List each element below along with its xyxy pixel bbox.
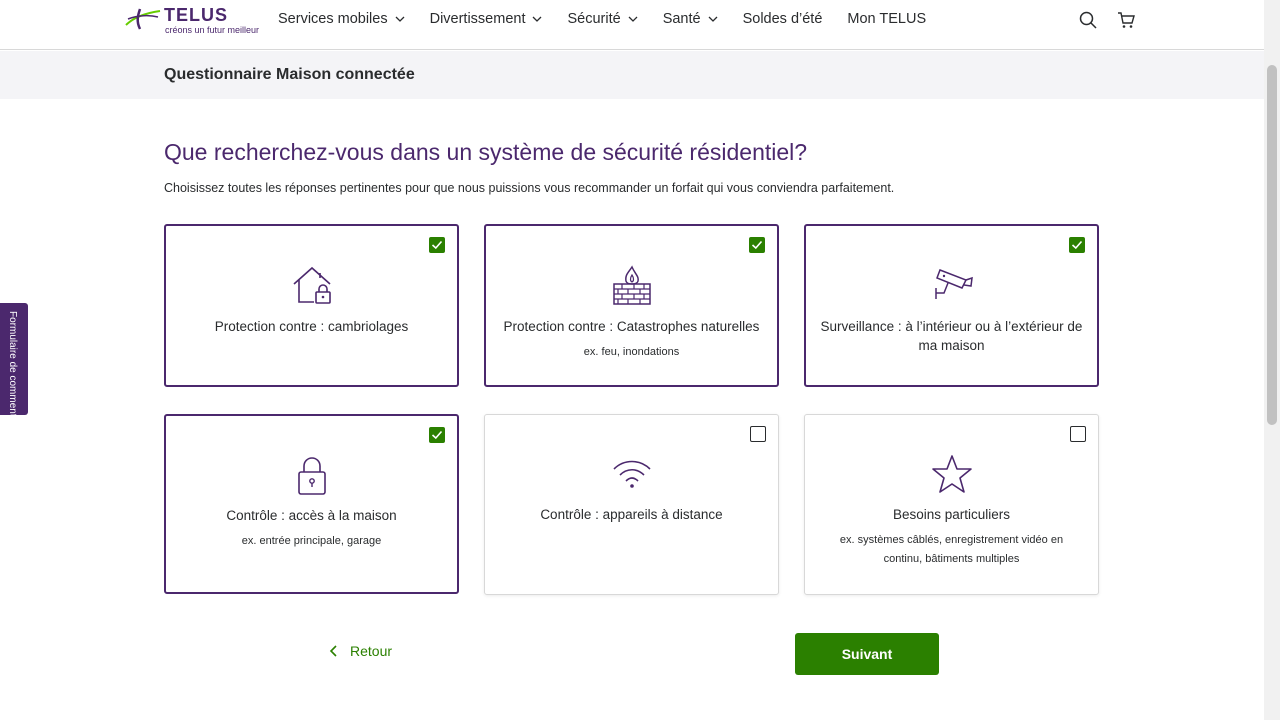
chevron-down-icon — [708, 16, 718, 22]
security-camera-icon — [934, 269, 973, 299]
chevron-down-icon — [395, 16, 405, 22]
checkbox-checked[interactable] — [429, 427, 445, 443]
nav-item-services-mobiles[interactable]: Services mobiles — [278, 10, 405, 28]
checkbox-unchecked[interactable] — [1070, 426, 1086, 442]
nav-item-label: Santé — [662, 11, 701, 27]
checkmark-icon — [431, 240, 443, 250]
option-card-surveillance[interactable]: Surveillance : à l’intérieur ou à l’exté… — [804, 224, 1099, 387]
wifi-icon — [612, 460, 651, 488]
padlock-icon — [297, 457, 326, 495]
telus-logo[interactable]: TELUS créons un futur meilleur — [124, 5, 264, 37]
brand-tagline: créons un futur meilleur — [165, 25, 260, 35]
nav-item-label: Soldes d’été — [742, 11, 823, 27]
nav-item-label: Sécurité — [567, 11, 621, 27]
nav-item-label: Mon TELUS — [847, 11, 927, 27]
nav-item-label: Divertissement — [429, 11, 526, 27]
checkmark-icon — [1071, 240, 1083, 250]
page-subheader: Questionnaire Maison connectée — [0, 51, 1264, 99]
nav-item-mon-telus[interactable]: Mon TELUS — [847, 10, 926, 28]
chevron-left-icon — [329, 645, 337, 657]
checkbox-unchecked[interactable] — [750, 426, 766, 442]
option-title: Surveillance : à l’intérieur ou à l’exté… — [820, 319, 1083, 353]
option-title: Contrôle : appareils à distance — [540, 507, 723, 522]
nav-item-securite[interactable]: Sécurité — [567, 10, 638, 28]
star-icon — [931, 455, 972, 493]
chevron-down-icon — [533, 16, 542, 22]
checkbox-checked[interactable] — [1069, 237, 1085, 253]
option-subtitle: ex. systèmes câblés, enregistrement vidé… — [839, 534, 1064, 565]
option-subtitle: ex. entrée principale, garage — [241, 535, 382, 547]
page-scrollbar[interactable] — [1264, 0, 1280, 720]
page-title: Questionnaire Maison connectée — [164, 66, 415, 83]
top-navigation: TELUS créons un futur meilleur Services … — [0, 0, 1264, 50]
checkmark-icon — [431, 430, 443, 440]
brand-name: TELUS — [164, 5, 229, 25]
feedback-label: Formulaire de comment — [7, 311, 18, 417]
option-card-catastrophes[interactable]: Protection contre : Catastrophes naturel… — [484, 224, 779, 387]
telus-logo-mark-icon — [125, 8, 161, 30]
question-heading: Que recherchez-vous dans un système de s… — [164, 139, 808, 165]
chevron-down-icon — [628, 16, 638, 22]
next-button[interactable]: Suivant — [795, 633, 939, 675]
back-label: Retour — [350, 643, 393, 659]
option-card-besoins-particuliers[interactable]: Besoins particuliers ex. systèmes câblés… — [804, 414, 1099, 595]
option-title: Besoins particuliers — [892, 507, 1011, 522]
nav-item-label: Services mobiles — [278, 11, 388, 27]
cart-icon[interactable] — [1116, 10, 1136, 30]
option-card-acces-maison[interactable]: Contrôle : accès à la maison ex. entrée … — [164, 414, 459, 594]
option-title: Protection contre : cambriolages — [214, 319, 409, 334]
option-card-cambriolages[interactable]: Protection contre : cambriolages — [164, 224, 459, 387]
option-title: Protection contre : Catastrophes naturel… — [503, 319, 760, 334]
house-lock-icon — [292, 266, 331, 304]
question-instruction: Choisissez toutes les réponses pertinent… — [164, 181, 895, 195]
header-actions — [1078, 10, 1136, 30]
option-card-appareils-distance[interactable]: Contrôle : appareils à distance — [484, 414, 779, 595]
nav-item-soldes-ete[interactable]: Soldes d’été — [743, 10, 823, 28]
nav-item-sante[interactable]: Santé — [663, 10, 718, 28]
option-subtitle: ex. feu, inondations — [583, 346, 680, 358]
feedback-tab[interactable]: Formulaire de comment — [0, 303, 28, 417]
search-icon[interactable] — [1078, 10, 1098, 30]
main-menu: Services mobiles Divertissement Sécurité… — [278, 10, 951, 28]
scrollbar-thumb[interactable] — [1267, 65, 1277, 425]
firewall-icon — [612, 265, 651, 305]
nav-item-divertissement[interactable]: Divertissement — [430, 10, 543, 28]
checkbox-checked[interactable] — [749, 237, 765, 253]
checkbox-checked[interactable] — [429, 237, 445, 253]
option-title: Contrôle : accès à la maison — [226, 508, 397, 523]
checkmark-icon — [751, 240, 763, 250]
back-link[interactable]: Retour — [328, 643, 392, 659]
